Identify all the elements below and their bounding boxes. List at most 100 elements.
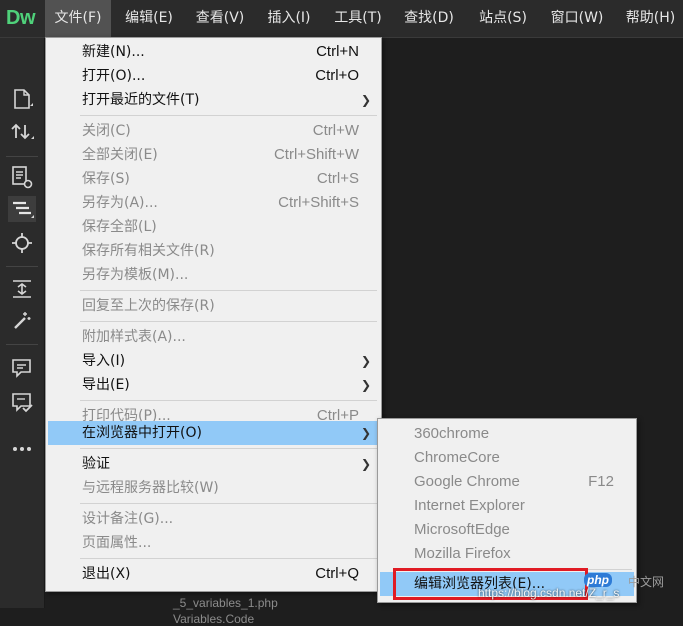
note-check-icon[interactable] [8,390,36,416]
menu-item-revert[interactable]: 回复至上次的保存(R) [48,294,379,318]
submenu-arrow-icon: ❯ [360,426,371,440]
browser-item-internet-explorer[interactable]: Internet Explorer [380,494,634,518]
menu-item-open[interactable]: 打开(O)... Ctrl+O [48,64,379,88]
menu-find[interactable]: 查找(D) [396,0,462,37]
menu-item-save-as[interactable]: 另存为(A)... Ctrl+Shift+S [48,191,379,215]
menu-item-shortcut: Ctrl+S [316,170,359,187]
menu-separator [80,290,377,291]
menu-separator [80,558,377,559]
menu-item-label: 另存为(A)... [82,195,158,211]
toolbar-divider [6,266,38,267]
browser-item-360chrome[interactable]: 360chrome [380,422,634,446]
watermark-url: https://blog.csdn.net/Z_r_s [478,586,620,600]
watermark-php-logo: php [584,573,612,587]
menu-item-attach-stylesheet[interactable]: 附加样式表(A)... [48,325,379,349]
menu-separator [80,400,377,401]
browser-item-label: ChromeCore [414,449,500,466]
menu-item-save-as-template[interactable]: 另存为模板(M)... [48,263,379,287]
browser-item-chromecore[interactable]: ChromeCore [380,446,634,470]
browser-item-label: Google Chrome [414,473,520,490]
menu-item-shortcut: Ctrl+Shift+W [273,146,359,163]
browser-item-label: MicrosoftEdge [414,521,510,538]
browser-item-label: Mozilla Firefox [414,545,511,562]
menu-item-page-properties[interactable]: 页面属性... [48,531,379,555]
menu-file[interactable]: 文件(F) [45,0,111,37]
menu-item-shortcut: Ctrl+W [312,122,359,139]
wand-icon[interactable] [8,308,36,334]
browser-item-mozilla-firefox[interactable]: Mozilla Firefox [380,542,634,566]
browser-item-google-chrome[interactable]: Google Chrome F12 [380,470,634,494]
menu-item-shortcut: Ctrl+Shift+S [278,194,359,211]
menu-item-design-notes[interactable]: 设计备注(G)... [48,507,379,531]
menu-edit[interactable]: 编辑(E) [116,0,182,37]
menu-insert[interactable]: 插入(I) [258,0,320,37]
menu-item-label: 全部关闭(E) [82,147,158,163]
menu-window[interactable]: 窗口(W) [542,0,612,37]
menu-item-label: 设计备注(G)... [82,511,174,527]
menu-item-label: 在浏览器中打开(O) [82,425,202,441]
menu-item-close[interactable]: 关闭(C) Ctrl+W [48,119,379,143]
menu-item-label: 与远程服务器比较(W) [82,480,219,496]
browser-item-shortcut: F12 [588,473,614,490]
target-icon[interactable] [8,230,36,256]
menu-item-validate[interactable]: 验证 ❯ [48,452,379,476]
menu-item-save-related[interactable]: 保存所有相关文件(R) [48,239,379,263]
menu-item-label: 保存(S) [82,171,130,187]
menu-separator [80,503,377,504]
background-file-item[interactable]: Variables.Code [173,612,254,626]
menu-item-export[interactable]: 导出(E) ❯ [48,373,379,397]
menu-tools[interactable]: 工具(T) [326,0,390,37]
menu-item-label: 验证 [82,456,110,472]
sort-arrows-icon[interactable] [8,118,36,144]
menu-bar: Dw 文件(F) 编辑(E) 查看(V) 插入(I) 工具(T) 查找(D) 站… [0,0,683,38]
browser-item-label: Internet Explorer [414,497,525,514]
menu-item-open-in-browser[interactable]: 在浏览器中打开(O) ❯ [48,421,379,445]
menu-help[interactable]: 帮助(H) [618,0,683,37]
menu-item-label: 退出(X) [82,566,131,582]
menu-item-save[interactable]: 保存(S) Ctrl+S [48,167,379,191]
menu-item-label: 保存全部(L) [82,219,157,235]
menu-item-new[interactable]: 新建(N)... Ctrl+N [48,40,379,64]
menu-item-label: 附加样式表(A)... [82,329,186,345]
browser-item-label: 360chrome [414,425,490,442]
toolbar-divider [6,156,38,157]
menu-site[interactable]: 站点(S) [470,0,536,37]
menu-item-label: 保存所有相关文件(R) [82,243,215,259]
structure-icon[interactable] [8,196,36,222]
submenu-arrow-icon: ❯ [360,378,371,392]
left-toolbar [0,38,45,608]
menu-item-exit[interactable]: 退出(X) Ctrl+Q [48,562,379,586]
document-view-icon[interactable] [8,164,36,190]
menu-item-save-all[interactable]: 保存全部(L) [48,215,379,239]
more-icon[interactable] [8,436,36,462]
menu-item-label: 新建(N)... [82,44,145,60]
expand-icon[interactable] [8,276,36,302]
new-file-icon[interactable] [8,86,36,112]
menu-item-shortcut: Ctrl+O [315,67,359,84]
menu-item-close-all[interactable]: 全部关闭(E) Ctrl+Shift+W [48,143,379,167]
menu-separator [80,321,377,322]
menu-item-compare-remote[interactable]: 与远程服务器比较(W) [48,476,379,500]
menu-item-import[interactable]: 导入(I) ❯ [48,349,379,373]
menu-item-label: 导出(E) [82,377,130,393]
menu-item-open-recent[interactable]: 打开最近的文件(T) ❯ [48,88,379,112]
menu-item-label: 打开(O)... [82,68,146,84]
menu-separator [80,448,377,449]
watermark-site-name: 中文网 [628,575,665,589]
dreamweaver-logo: Dw [6,7,36,29]
submenu-arrow-icon: ❯ [360,93,371,107]
submenu-arrow-icon: ❯ [360,457,371,471]
toolbar-divider [6,344,38,345]
menu-item-label: 关闭(C) [82,123,131,139]
menu-view[interactable]: 查看(V) [187,0,253,37]
watermark: php 中文网 https://blog.csdn.net/Z_r_s [478,572,683,602]
browser-item-microsoft-edge[interactable]: MicrosoftEdge [380,518,634,542]
comment-icon[interactable] [8,356,36,382]
menu-item-shortcut: Ctrl+N [316,43,359,60]
file-menu: 新建(N)... Ctrl+N 打开(O)... Ctrl+O 打开最近的文件(… [45,37,382,592]
submenu-arrow-icon: ❯ [360,354,371,368]
menu-item-label: 导入(I) [82,353,126,369]
menu-item-label: 另存为模板(M)... [82,267,189,283]
menu-item-label: 打开最近的文件(T) [82,92,200,108]
menu-item-label: 页面属性... [82,535,152,551]
